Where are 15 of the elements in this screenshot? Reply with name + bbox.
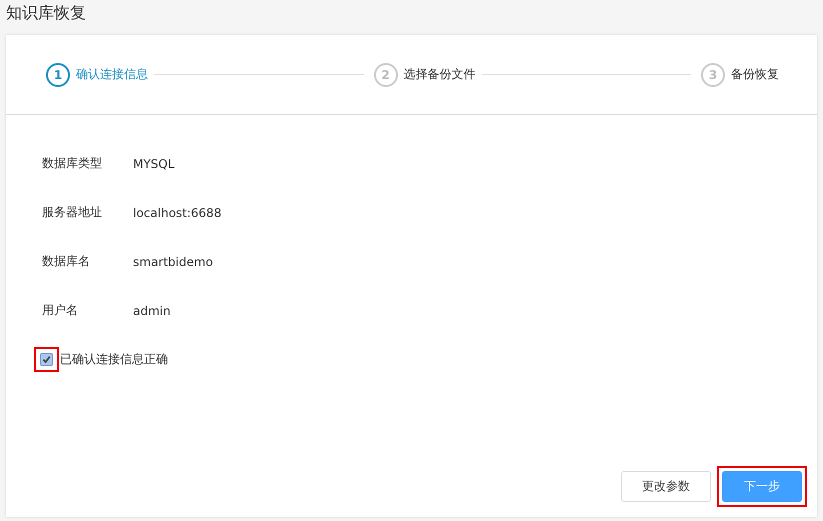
step-tab[interactable]: 3 备份恢复 xyxy=(701,62,779,86)
change-button[interactable]: 更改参数 xyxy=(621,471,711,502)
field-value: admin xyxy=(133,304,171,318)
step-tab[interactable]: 2 选择备份文件 xyxy=(374,62,476,86)
field-value: localhost:6688 xyxy=(133,206,222,220)
checkbox[interactable] xyxy=(40,353,53,366)
field-label: 用户名 xyxy=(42,302,79,319)
page-title: 知识库恢复 xyxy=(6,3,87,23)
step-tab[interactable]: 1 确认连接信息 xyxy=(46,62,148,86)
field-label: 服务器地址 xyxy=(42,204,103,221)
checkbox-label: 已确认连接信息正确 xyxy=(60,351,168,368)
field-value: MYSQL xyxy=(133,156,174,170)
field-label: 数据库类型 xyxy=(42,155,103,172)
field-value: smartbidemo xyxy=(133,254,213,268)
field-label: 数据库名 xyxy=(42,253,91,270)
